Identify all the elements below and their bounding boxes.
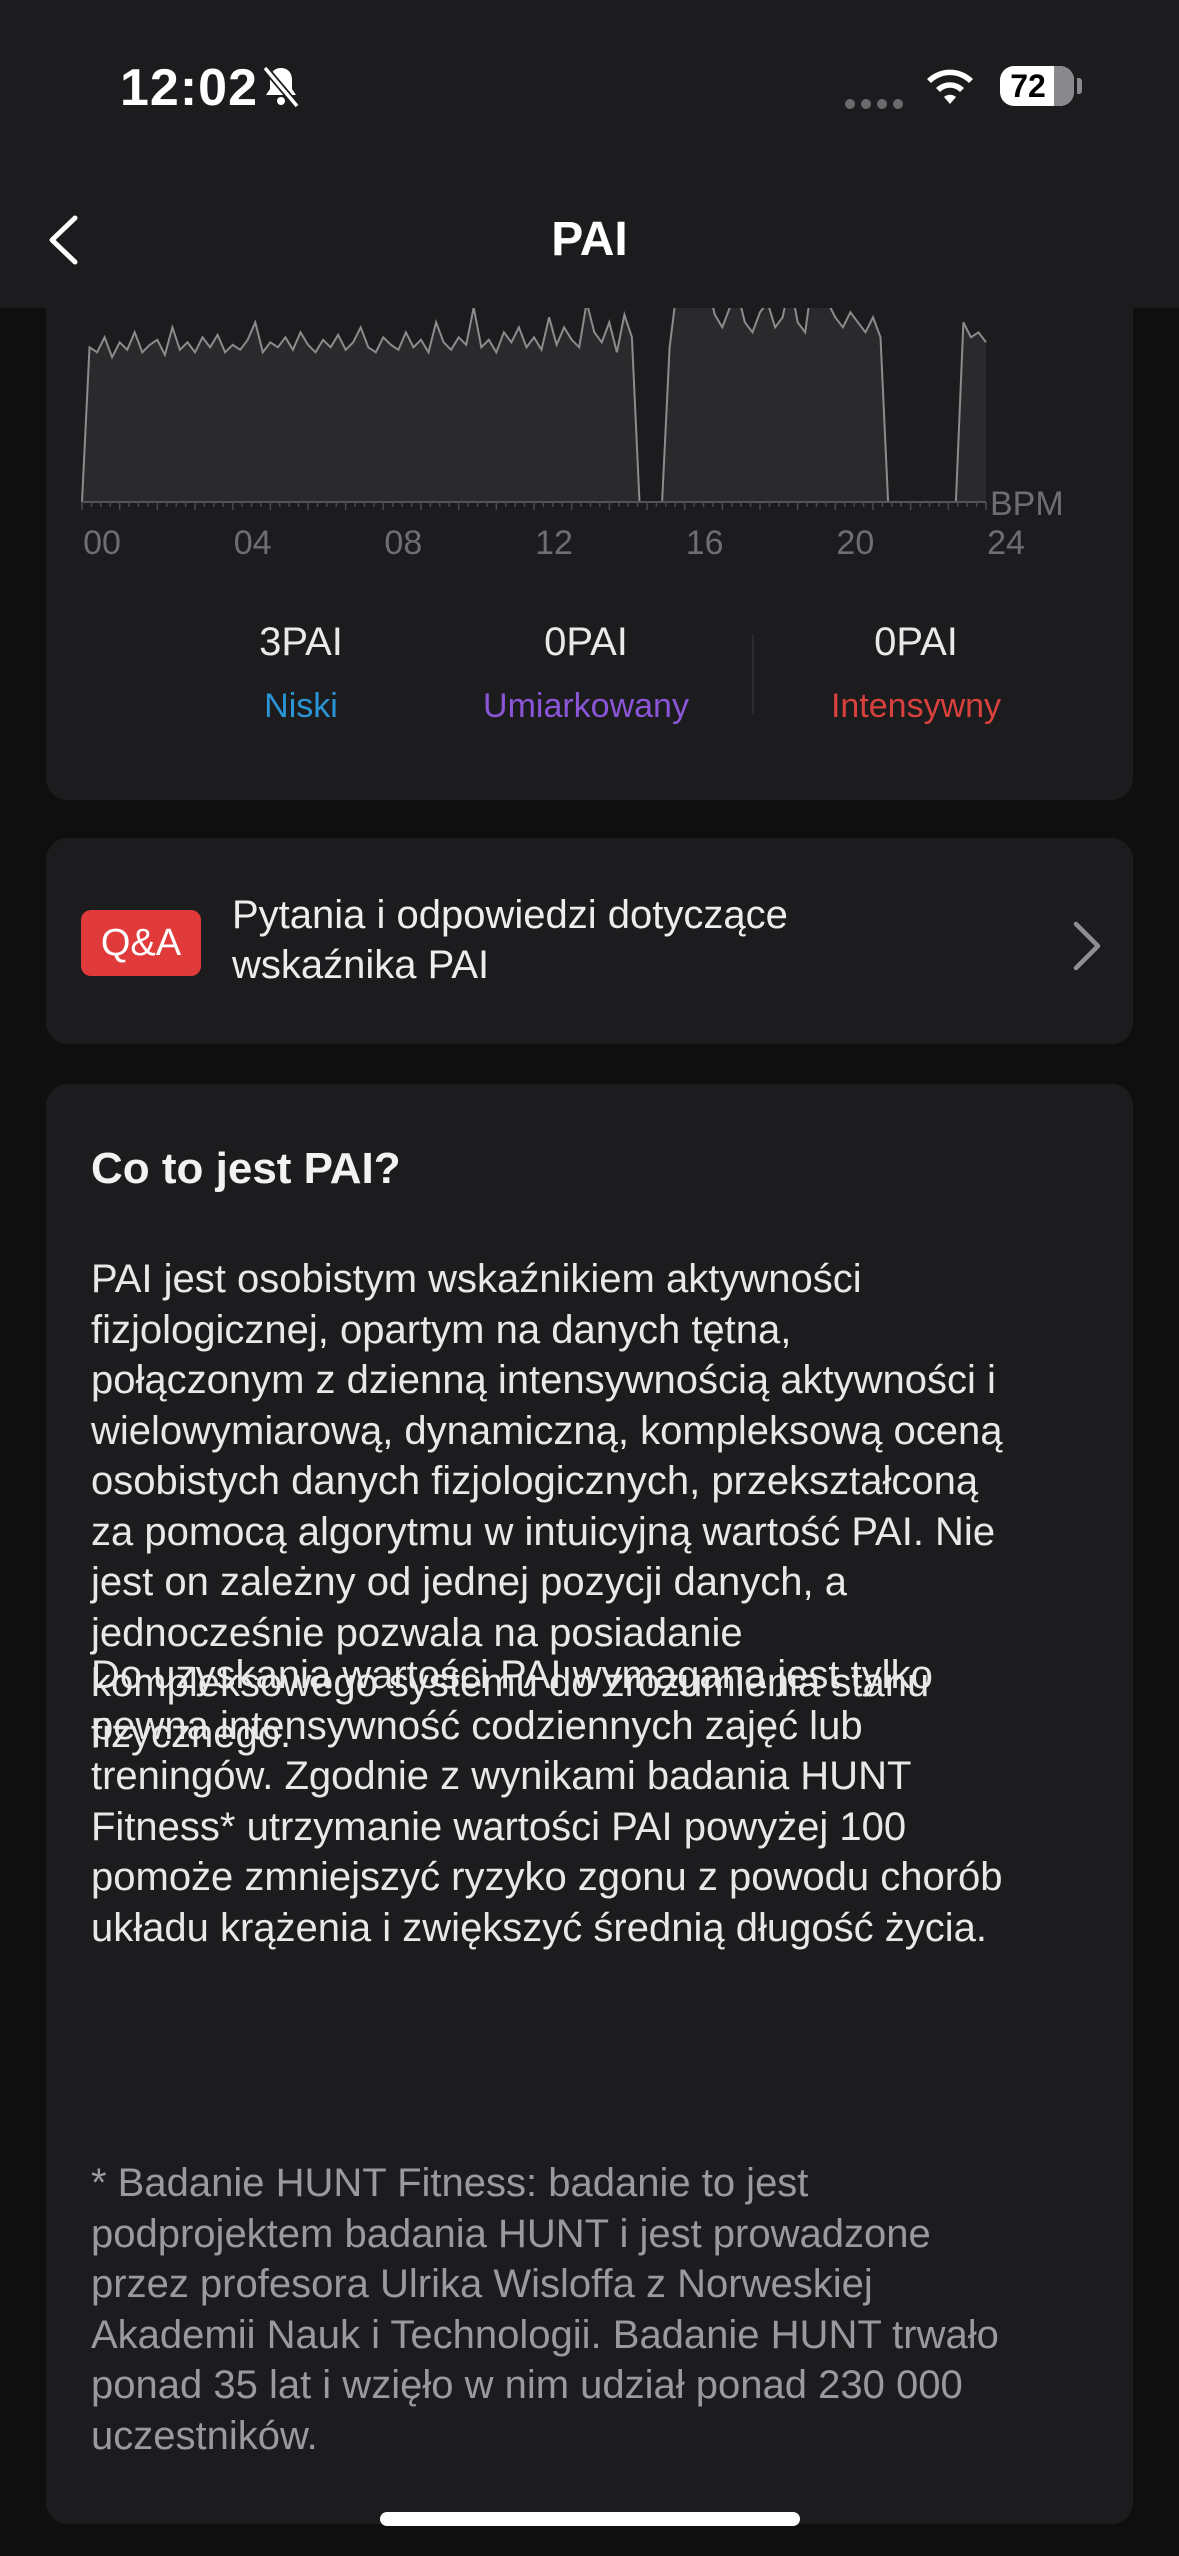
info-paragraph-2-line: Fitness* utrzymanie wartości PAI powyżej… [91,1804,907,1849]
info-paragraph-1-line: wielowymiarową, dynamiczną, kompleksową … [91,1408,1003,1453]
info-paragraph-2: Do uzyskania wartości PAI wymagana jest … [91,1650,1091,1953]
top-bar: 12:02 72 PAI [0,0,1179,308]
pai-intense-value: 0PAI [874,620,958,664]
battery-icon: 72 [1000,66,1074,106]
info-paragraph-1-line: PAI jest osobistym wskaźnikiem aktywnośc… [91,1257,862,1301]
pai-low-label: Niski [264,687,338,725]
x-tick-label: 20 [836,524,874,562]
info-paragraph-2-line: pewna intensywność codziennych zajęć lub [91,1703,863,1748]
wifi-icon [927,69,973,104]
qa-text: Pytania i odpowiedzi dotyczące wskaźnika… [232,890,872,990]
info-paragraph-2-line: treningów. Zgodnie z wynikami badania HU… [91,1754,912,1798]
battery-level: 72 [1010,68,1046,104]
info-paragraph-1-line: za pomocą algorytmu w intuicyjną wartość… [91,1509,996,1554]
qa-row[interactable]: Q&A Pytania i odpowiedzi dotyczące wskaź… [46,838,1133,1044]
info-title: Co to jest PAI? [91,1144,401,1193]
info-footnote: * Badanie HUNT Fitness: badanie to jest p… [91,2158,1091,2461]
x-tick-label: 04 [234,524,272,562]
info-footnote-line: * Badanie HUNT Fitness: badanie to jest [91,2161,809,2205]
silent-bell-icon [262,65,300,109]
info-paragraph-1-line: fizjologicznej, opartym na danych tętna, [91,1307,792,1352]
info-paragraph-1-line: osobistych danych fizjologicznych, przek… [91,1459,979,1503]
chevron-right-icon [1073,921,1101,971]
info-paragraph-1-line: połączonym z dzienną intensywnością akty… [91,1358,996,1402]
pai-low: 3PAI Niski [151,620,451,726]
home-indicator [380,2512,800,2526]
pai-moderate-label: Umiarkowany [483,687,689,725]
info-footnote-line: Akademii Nauk i Technologii. Badanie HUN… [91,2312,999,2357]
qa-text-line: wskaźnika PAI [232,943,490,987]
status-time: 12:02 [120,59,258,117]
info-paragraph-1-line: jest on zależny od jednej pozycji danych… [91,1560,848,1604]
info-footnote-line: ponad 35 lat i wzięło w nim udział ponad… [91,2363,963,2407]
info-footnote-line: przez profesora Ulrika Wisloffa z Norwes… [91,2262,873,2306]
qa-badge: Q&A [81,910,201,976]
x-tick-label: 00 [83,524,121,562]
info-paragraph-2-line: Do uzyskania wartości PAI wymagana jest … [91,1653,933,1697]
page-title: PAI [551,213,628,266]
info-footnote-line: uczestników. [91,2413,318,2458]
x-tick-label: 08 [384,524,422,562]
info-footnote-line: podprojektem badania HUNT i jest prowadz… [91,2211,931,2256]
x-tick-label: 12 [535,524,573,562]
divider [752,635,754,715]
info-paragraph-2-line: układu krążenia i zwiększyć średnią dług… [91,1905,987,1950]
pai-intense-label: Intensywny [830,687,1002,725]
qa-text-line: Pytania i odpowiedzi dotyczące [232,893,788,937]
info-card: Co to jest PAI? PAI jest osobistym wskaź… [46,1084,1133,2524]
pai-moderate-value: 0PAI [544,620,628,664]
pai-moderate: 0PAI Umiarkowany [436,620,736,726]
heart-rate-chart-card: 00 04 08 12 16 20 24 BPM 3PAI Niski 0PAI Umiark… [46,240,1133,800]
battery-cap [1077,78,1082,94]
x-tick-label: 16 [686,524,724,562]
pai-intense: 0PAI Intensywny [766,620,1066,726]
info-paragraph-2-line: pomoże zmniejszyć ryzyko zgonu z powodu … [91,1855,1003,1899]
x-tick-label: 24 [987,524,1025,562]
pai-low-value: 3PAI [259,620,343,664]
unit-label: BPM [990,485,1064,523]
signal-dots-icon [845,96,909,114]
